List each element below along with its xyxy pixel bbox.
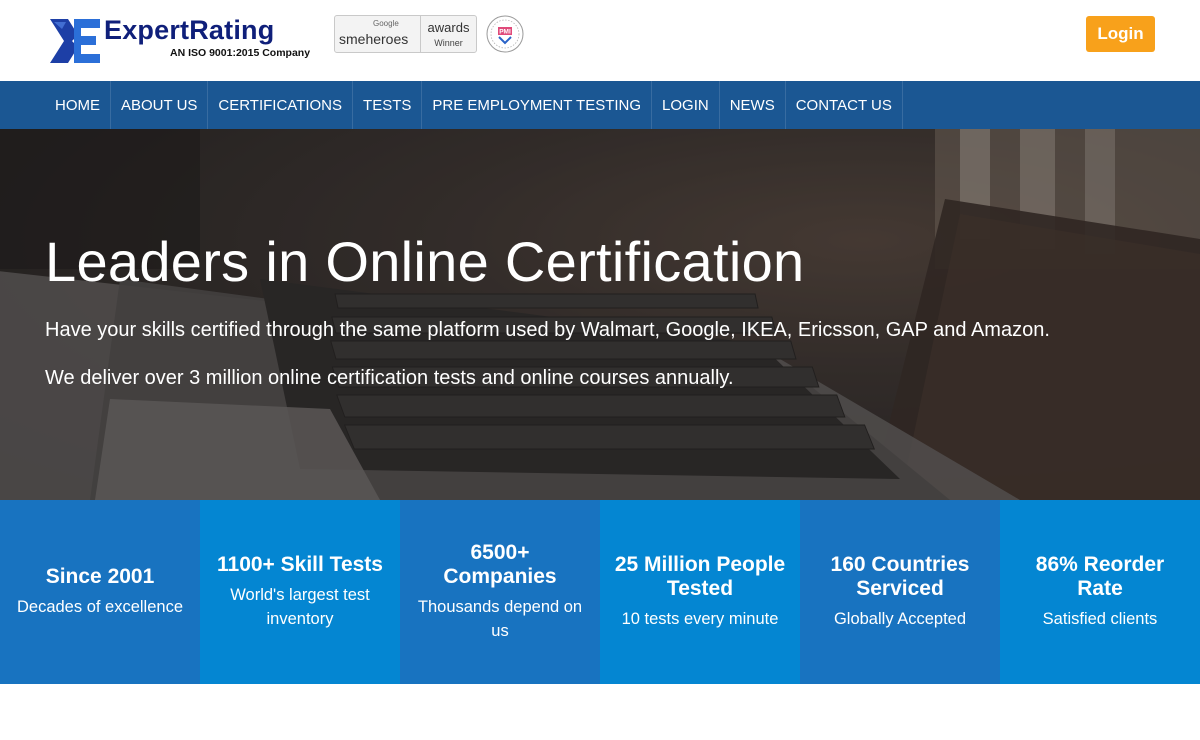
stat-since-2001: Since 2001 Decades of excellence	[0, 500, 200, 684]
stats-strip: Since 2001 Decades of excellence 1100+ S…	[0, 500, 1200, 684]
stat-skill-tests: 1100+ Skill Tests World's largest test i…	[200, 500, 400, 684]
award-smeheroes-text: smeheroes	[339, 31, 409, 47]
nav-item-about-us[interactable]: ABOUT US	[111, 81, 209, 129]
smeheroes-award-badge: Google smeheroes awards Winner	[334, 15, 477, 53]
hero-subtitle-2: We deliver over 3 million online certifi…	[45, 367, 734, 389]
pmi-label: PMI	[499, 29, 511, 36]
nav-item-contact-us[interactable]: CONTACT US	[786, 81, 903, 129]
stat-subtitle: Decades of excellence	[16, 598, 183, 616]
expertrating-logo[interactable]: ExpertRating AN ISO 9001:2015 Company	[48, 15, 323, 67]
stat-subtitle: Globally Accepted	[833, 610, 967, 628]
stat-title: 160 Countries Serviced	[830, 553, 970, 600]
award-awards-text: awards	[427, 20, 470, 35]
logo-tagline: AN ISO 9001:2015 Company	[170, 47, 311, 59]
nav-item-pre-employment-testing[interactable]: PRE EMPLOYMENT TESTING	[422, 81, 653, 129]
stat-companies: 6500+ Companies Thousands depend on us	[400, 500, 600, 684]
stat-title: Since 2001	[45, 565, 155, 588]
pmi-seal-icon: PMI	[486, 15, 524, 53]
nav-item-tests[interactable]: TESTS	[353, 81, 423, 129]
hero-banner: Leaders in Online Certification Have you…	[0, 129, 1200, 500]
nav-item-home[interactable]: HOME	[45, 81, 111, 129]
hero-subtitle-1: Have your skills certified through the s…	[45, 319, 1050, 341]
hero-title: Leaders in Online Certification	[45, 230, 805, 293]
award-google-text: Google	[373, 19, 399, 28]
stat-subtitle: 10 tests every minute	[621, 610, 779, 628]
stat-title: 25 Million People Tested	[614, 553, 786, 600]
stat-subtitle: Thousands depend on us	[417, 598, 583, 640]
award-winner-text: Winner	[434, 38, 463, 48]
stat-countries: 160 Countries Serviced Globally Accepted	[800, 500, 1000, 684]
stat-reorder-rate: 86% Reorder Rate Satisfied clients	[1000, 500, 1200, 684]
stat-title: 86% Reorder Rate	[1035, 553, 1165, 600]
nav-item-login[interactable]: LOGIN	[652, 81, 720, 129]
stat-subtitle: World's largest test inventory	[230, 586, 370, 628]
nav-item-certifications[interactable]: CERTIFICATIONS	[208, 81, 354, 129]
xe-logo-icon	[50, 19, 100, 63]
logo-name: ExpertRating	[104, 15, 275, 45]
stat-people-tested: 25 Million People Tested 10 tests every …	[600, 500, 800, 684]
site-header: ExpertRating AN ISO 9001:2015 Company Go…	[0, 0, 1200, 81]
login-button[interactable]: Login	[1086, 16, 1155, 52]
stat-subtitle: Satisfied clients	[1042, 610, 1158, 628]
stat-title: 1100+ Skill Tests	[217, 553, 383, 576]
main-navigation: HOME ABOUT US CERTIFICATIONS TESTS PRE E…	[0, 81, 1200, 129]
stat-title: 6500+ Companies	[443, 541, 557, 588]
nav-item-news[interactable]: NEWS	[720, 81, 786, 129]
